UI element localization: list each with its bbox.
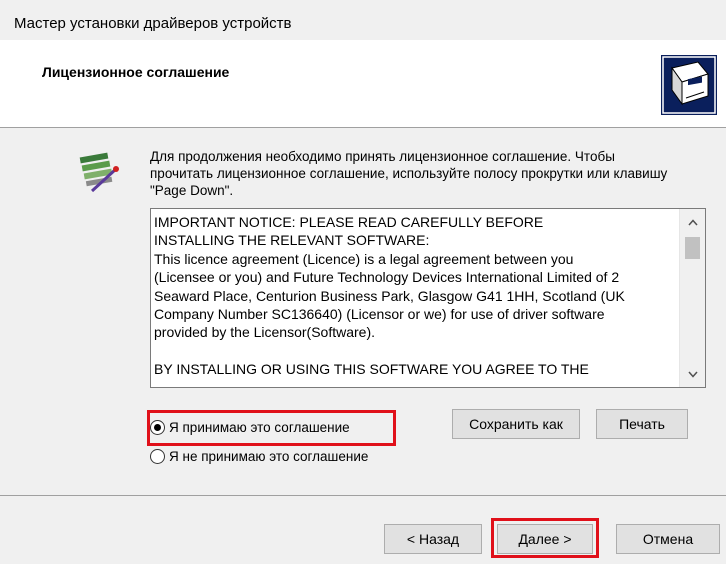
content-area: Для продолжения необходимо принять лицен… — [0, 129, 726, 495]
print-button[interactable]: Печать — [596, 409, 688, 439]
page-title: Лицензионное соглашение — [42, 64, 230, 80]
intro-text: Для продолжения необходимо принять лицен… — [150, 149, 668, 198]
license-text: IMPORTANT NOTICE: PLEASE READ CAREFULLY … — [154, 214, 625, 378]
save-as-button[interactable]: Сохранить как — [452, 409, 580, 439]
next-button[interactable]: Далее > — [497, 524, 593, 554]
license-scrollbar[interactable] — [679, 209, 705, 387]
license-textbox[interactable]: IMPORTANT NOTICE: PLEASE READ CAREFULLY … — [150, 208, 706, 388]
accept-radio[interactable] — [150, 420, 165, 435]
decline-radio[interactable] — [150, 449, 165, 464]
header-panel: Лицензионное соглашение — [0, 40, 726, 128]
window-title: Мастер установки драйверов устройств — [14, 15, 292, 32]
installer-logo-icon — [660, 54, 718, 116]
decline-label: Я не принимаю это соглашение — [169, 449, 369, 464]
decline-radio-option[interactable]: Я не принимаю это соглашение — [150, 449, 368, 464]
back-button[interactable]: < Назад — [384, 524, 482, 554]
accept-radio-option[interactable]: Я принимаю это соглашение — [150, 420, 350, 435]
cancel-button[interactable]: Отмена — [616, 524, 720, 554]
scroll-down-button[interactable] — [680, 363, 705, 385]
wizard-icon — [74, 147, 124, 197]
scroll-up-button[interactable] — [680, 211, 705, 233]
chevron-up-icon — [687, 218, 698, 225]
radio-selected-dot — [154, 424, 161, 431]
accept-label: Я принимаю это соглашение — [169, 420, 350, 435]
scroll-thumb[interactable] — [685, 237, 700, 259]
chevron-down-icon — [687, 371, 698, 378]
footer-separator — [0, 495, 726, 496]
